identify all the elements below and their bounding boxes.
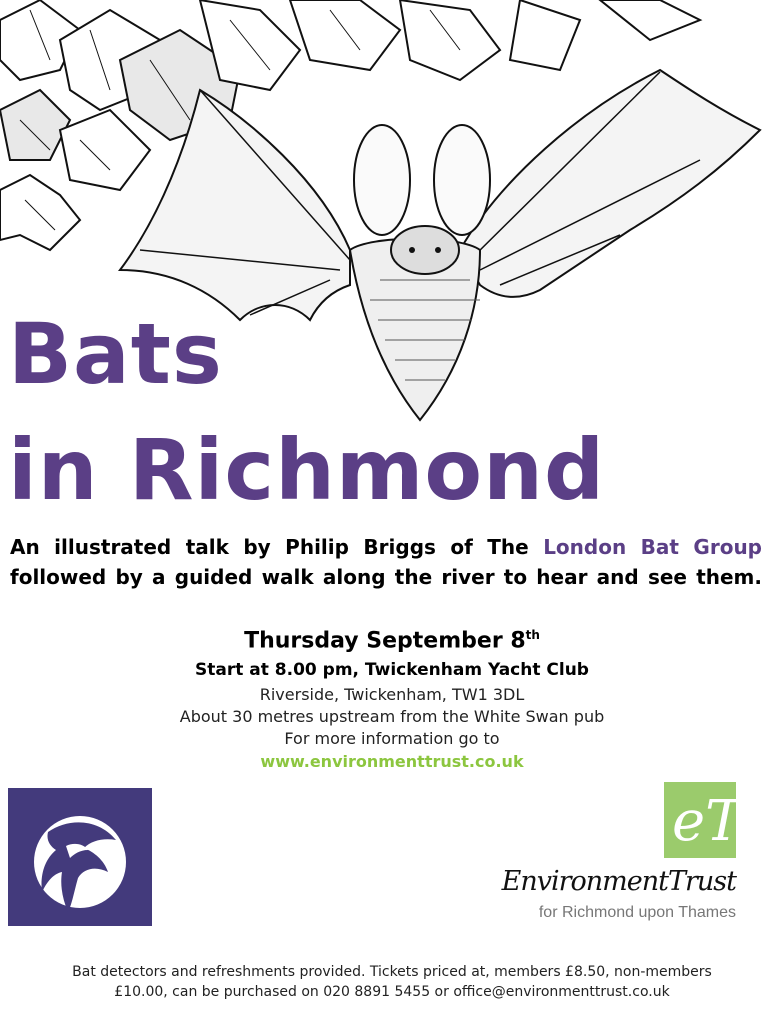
event-date: Thursday September 8th: [0, 620, 784, 656]
event-details: Thursday September 8th Start at 8.00 pm,…: [0, 620, 784, 774]
et-subtitle: for Richmond upon Thames: [538, 904, 736, 921]
event-date-main: Thursday September 8: [244, 628, 526, 654]
bat-group-logo: [8, 788, 152, 926]
event-start: Start at 8.00 pm, Twickenham Yacht Club: [195, 660, 589, 681]
more-info-text: For more information go to: [284, 729, 500, 749]
footer-line-2: £10.00, can be purchased on 020 8891 545…: [114, 984, 670, 1000]
et-monogram-text: eT: [672, 789, 736, 854]
title-line-1: Bats: [8, 305, 223, 403]
event-date-suffix: th: [525, 628, 540, 642]
et-badge: eT: [664, 782, 746, 858]
london-bat-group-link[interactable]: London Bat Group: [543, 535, 762, 559]
footer-text: Bat detectors and refreshments provided.…: [0, 962, 784, 1002]
event-address: Riverside, Twickenham, TW1 3DL: [259, 685, 525, 705]
intro-before: An illustrated talk by Philip Briggs of …: [10, 535, 529, 559]
website-link[interactable]: www.environmenttrust.co.uk: [0, 750, 784, 774]
footer-line-1: Bat detectors and refreshments provided.…: [72, 964, 712, 980]
et-name-part1: Environment: [501, 866, 669, 897]
intro-text: An illustrated talk by Philip Briggs of …: [10, 532, 762, 592]
environment-trust-logo: eT EnvironmentTrust for Richmond upon Th…: [500, 782, 746, 932]
et-name-part2: Trust: [667, 866, 737, 897]
event-directions: About 30 metres upstream from the White …: [179, 707, 605, 727]
title-line-2: in Richmond: [8, 421, 606, 519]
bat-moon-logo-icon: [34, 816, 126, 912]
intro-after: followed by a guided walk along the rive…: [10, 565, 762, 589]
et-monogram-icon: eT: [672, 789, 746, 854]
et-name: EnvironmentTrust: [501, 866, 737, 897]
